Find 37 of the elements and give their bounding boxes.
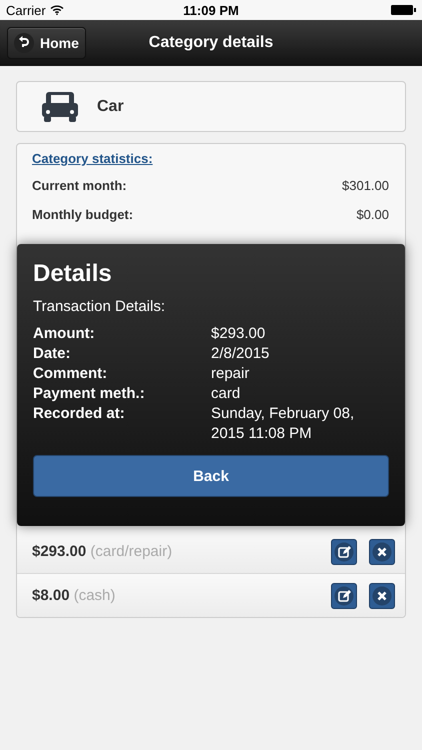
- category-name: Car: [97, 98, 124, 116]
- statistics-link[interactable]: Category statistics:: [32, 151, 389, 171]
- back-button[interactable]: Back: [33, 455, 389, 497]
- carrier-label: Carrier: [6, 2, 46, 18]
- edit-icon: [334, 542, 354, 562]
- detail-label: Recorded at:: [33, 404, 126, 424]
- close-icon: [372, 586, 392, 606]
- transaction-text: $293.00 (card/repair): [32, 543, 174, 560]
- detail-value: card: [211, 384, 242, 404]
- edit-button[interactable]: [331, 582, 357, 608]
- delete-button[interactable]: [369, 538, 395, 564]
- page-title: Category details: [148, 34, 274, 52]
- detail-value: repair: [211, 364, 250, 384]
- status-time: 11:09 PM: [183, 2, 239, 18]
- detail-value: $293.00: [211, 324, 266, 344]
- edit-button[interactable]: [331, 538, 357, 564]
- dialog-title: Details: [33, 260, 113, 288]
- stat-value: $301.00: [342, 178, 389, 193]
- detail-label: Comment:: [33, 364, 108, 384]
- wifi-icon: [50, 5, 64, 15]
- detail-label: Date:: [33, 344, 72, 364]
- close-icon: [372, 542, 392, 562]
- dialog-subtitle: Transaction Details:: [33, 298, 166, 315]
- edit-icon: [334, 586, 354, 606]
- detail-label: Amount:: [33, 324, 96, 344]
- detail-value: Sunday, February 08, 2015 11:08 PM: [211, 404, 356, 444]
- detail-value: 2/8/2015: [211, 344, 270, 364]
- delete-button[interactable]: [369, 582, 395, 608]
- home-button[interactable]: Home: [7, 27, 86, 59]
- stat-label: Monthly budget:: [32, 207, 134, 222]
- transaction-text: $8.00 (cash): [32, 587, 116, 604]
- stat-label: Current month:: [32, 178, 127, 193]
- battery-icon: [391, 5, 416, 15]
- stat-value: $0.00: [356, 207, 389, 222]
- detail-label: Payment meth.:: [33, 384, 146, 404]
- car-icon: [41, 90, 79, 124]
- back-icon: [14, 33, 34, 53]
